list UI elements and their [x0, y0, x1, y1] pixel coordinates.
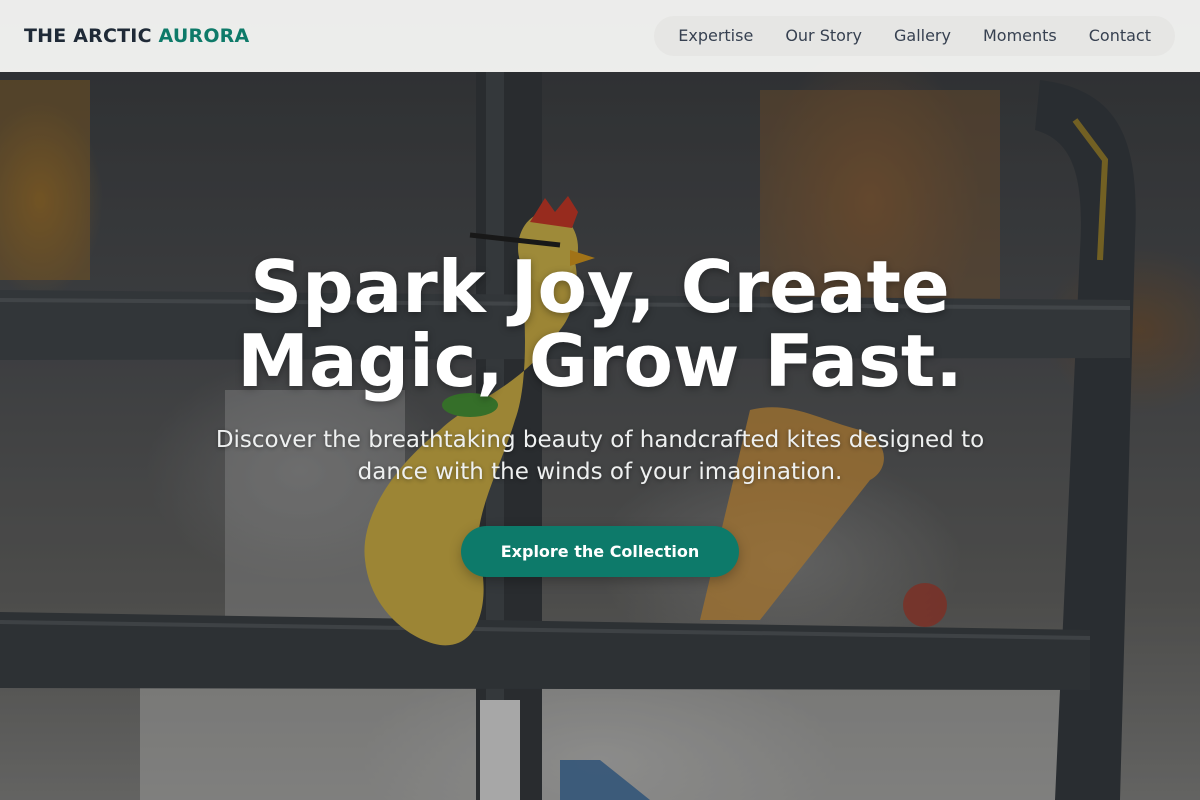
- nav-link-contact[interactable]: Contact: [1073, 16, 1167, 56]
- nav-link-expertise[interactable]: Expertise: [662, 16, 769, 56]
- main-nav: Expertise Our Story Gallery Moments Cont…: [654, 16, 1175, 56]
- logo-text-primary: THE ARCTIC: [24, 25, 152, 47]
- logo-text-accent: AURORA: [158, 25, 250, 47]
- hero-title: Spark Joy, Create Magic, Grow Fast.: [237, 245, 963, 403]
- hero-subtitle: Discover the breathtaking beauty of hand…: [215, 427, 985, 485]
- nav-link-our-story[interactable]: Our Story: [769, 16, 878, 56]
- nav-link-moments[interactable]: Moments: [967, 16, 1073, 56]
- explore-collection-button[interactable]: Explore the Collection: [461, 526, 739, 577]
- hero-section: Spark Joy, Create Magic, Grow Fast. Disc…: [0, 250, 1200, 577]
- nav-link-gallery[interactable]: Gallery: [878, 16, 967, 56]
- site-header: THE ARCTIC AURORA Expertise Our Story Ga…: [0, 0, 1200, 72]
- site-logo[interactable]: THE ARCTIC AURORA: [24, 25, 249, 47]
